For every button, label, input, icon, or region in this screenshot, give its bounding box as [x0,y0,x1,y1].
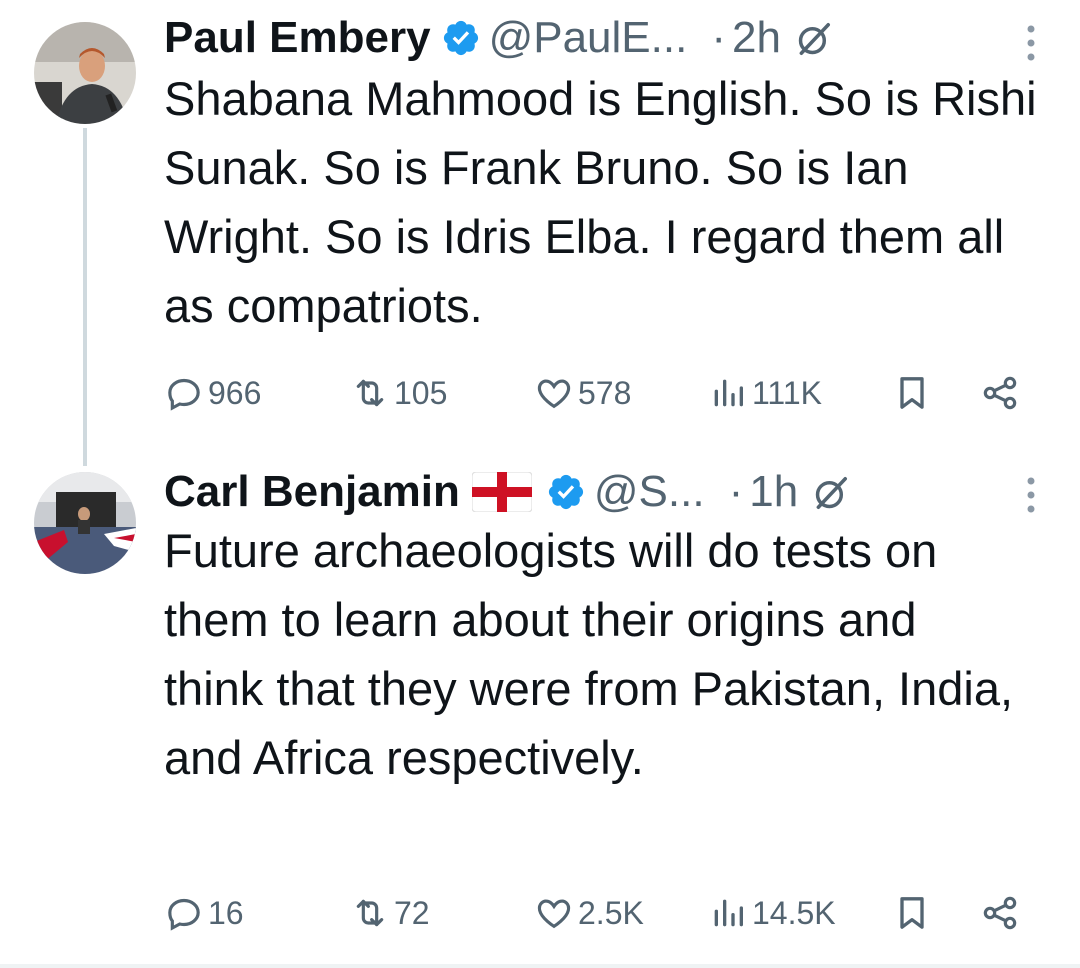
repost-icon [356,899,384,927]
view-count: 14.5K [752,894,836,931]
author-name[interactable]: Paul Embery [164,13,431,63]
avatar-paul-embery[interactable] [34,22,136,124]
heart-icon [537,379,571,409]
reply-button[interactable]: 966 [164,368,261,418]
views-icon [714,379,743,407]
repost-count: 72 [394,894,430,931]
tweet-actions: 16 72 2.5K 14.5K [164,888,1044,938]
author-name[interactable]: Carl Benjamin [164,467,460,517]
more-options-icon[interactable] [1026,476,1036,514]
tweet-1[interactable]: Paul Embery @PaulE... · 2h Shabana Mahmo… [0,0,1080,466]
share-button[interactable] [980,368,1024,418]
tweet-actions: 966 105 578 111K [164,368,1044,418]
repost-button[interactable]: 105 [350,368,447,418]
reply-button[interactable]: 16 [164,888,244,938]
reply-icon [168,378,200,411]
bookmark-icon [900,897,924,929]
like-button[interactable]: 2.5K [534,888,644,938]
separator-dot: · [711,13,726,62]
bookmark-icon [900,377,924,409]
reply-count: 16 [208,894,244,931]
tweet-text: Future archaeologists will do tests on t… [164,524,1014,784]
reply-count: 966 [208,374,262,411]
tweet-header: Paul Embery @PaulE... · 2h [164,10,833,66]
repost-icon [356,379,384,407]
grok-icon[interactable] [812,473,850,511]
england-flag-icon [471,471,533,513]
avatar-carl-benjamin[interactable] [34,472,136,574]
tweet-header: Carl Benjamin @S... · 1h [164,464,850,520]
like-button[interactable]: 578 [534,368,631,418]
tweet-text: Shabana Mahmood is English. So is Rishi … [164,72,1037,332]
views-button[interactable]: 111K [708,368,822,418]
view-count: 111K [752,374,822,411]
verified-badge-icon[interactable] [441,18,481,58]
like-count: 2.5K [578,894,644,931]
repost-button[interactable]: 72 [350,888,430,938]
share-button[interactable] [980,888,1024,938]
more-options-icon[interactable] [1026,24,1036,62]
views-button[interactable]: 14.5K [708,888,836,938]
heart-icon [537,899,571,929]
like-count: 578 [578,374,632,411]
timestamp[interactable]: 2h [732,13,781,63]
bookmark-button[interactable] [892,888,936,938]
separator-dot: · [728,467,744,516]
bookmark-button[interactable] [892,368,936,418]
timestamp[interactable]: 1h [749,467,798,517]
reply-icon [168,898,200,931]
share-icon [983,896,1017,930]
repost-count: 105 [394,374,448,411]
author-handle[interactable]: @PaulE... [489,13,688,63]
views-icon [714,899,743,927]
thread-line [83,128,87,466]
tweet-2[interactable]: Carl Benjamin @S... · 1h Future archaeol… [0,456,1080,964]
grok-icon[interactable] [795,19,833,57]
divider [0,964,1080,968]
share-icon [983,376,1017,410]
verified-badge-icon[interactable] [546,472,586,512]
author-handle[interactable]: @S... [594,467,705,517]
